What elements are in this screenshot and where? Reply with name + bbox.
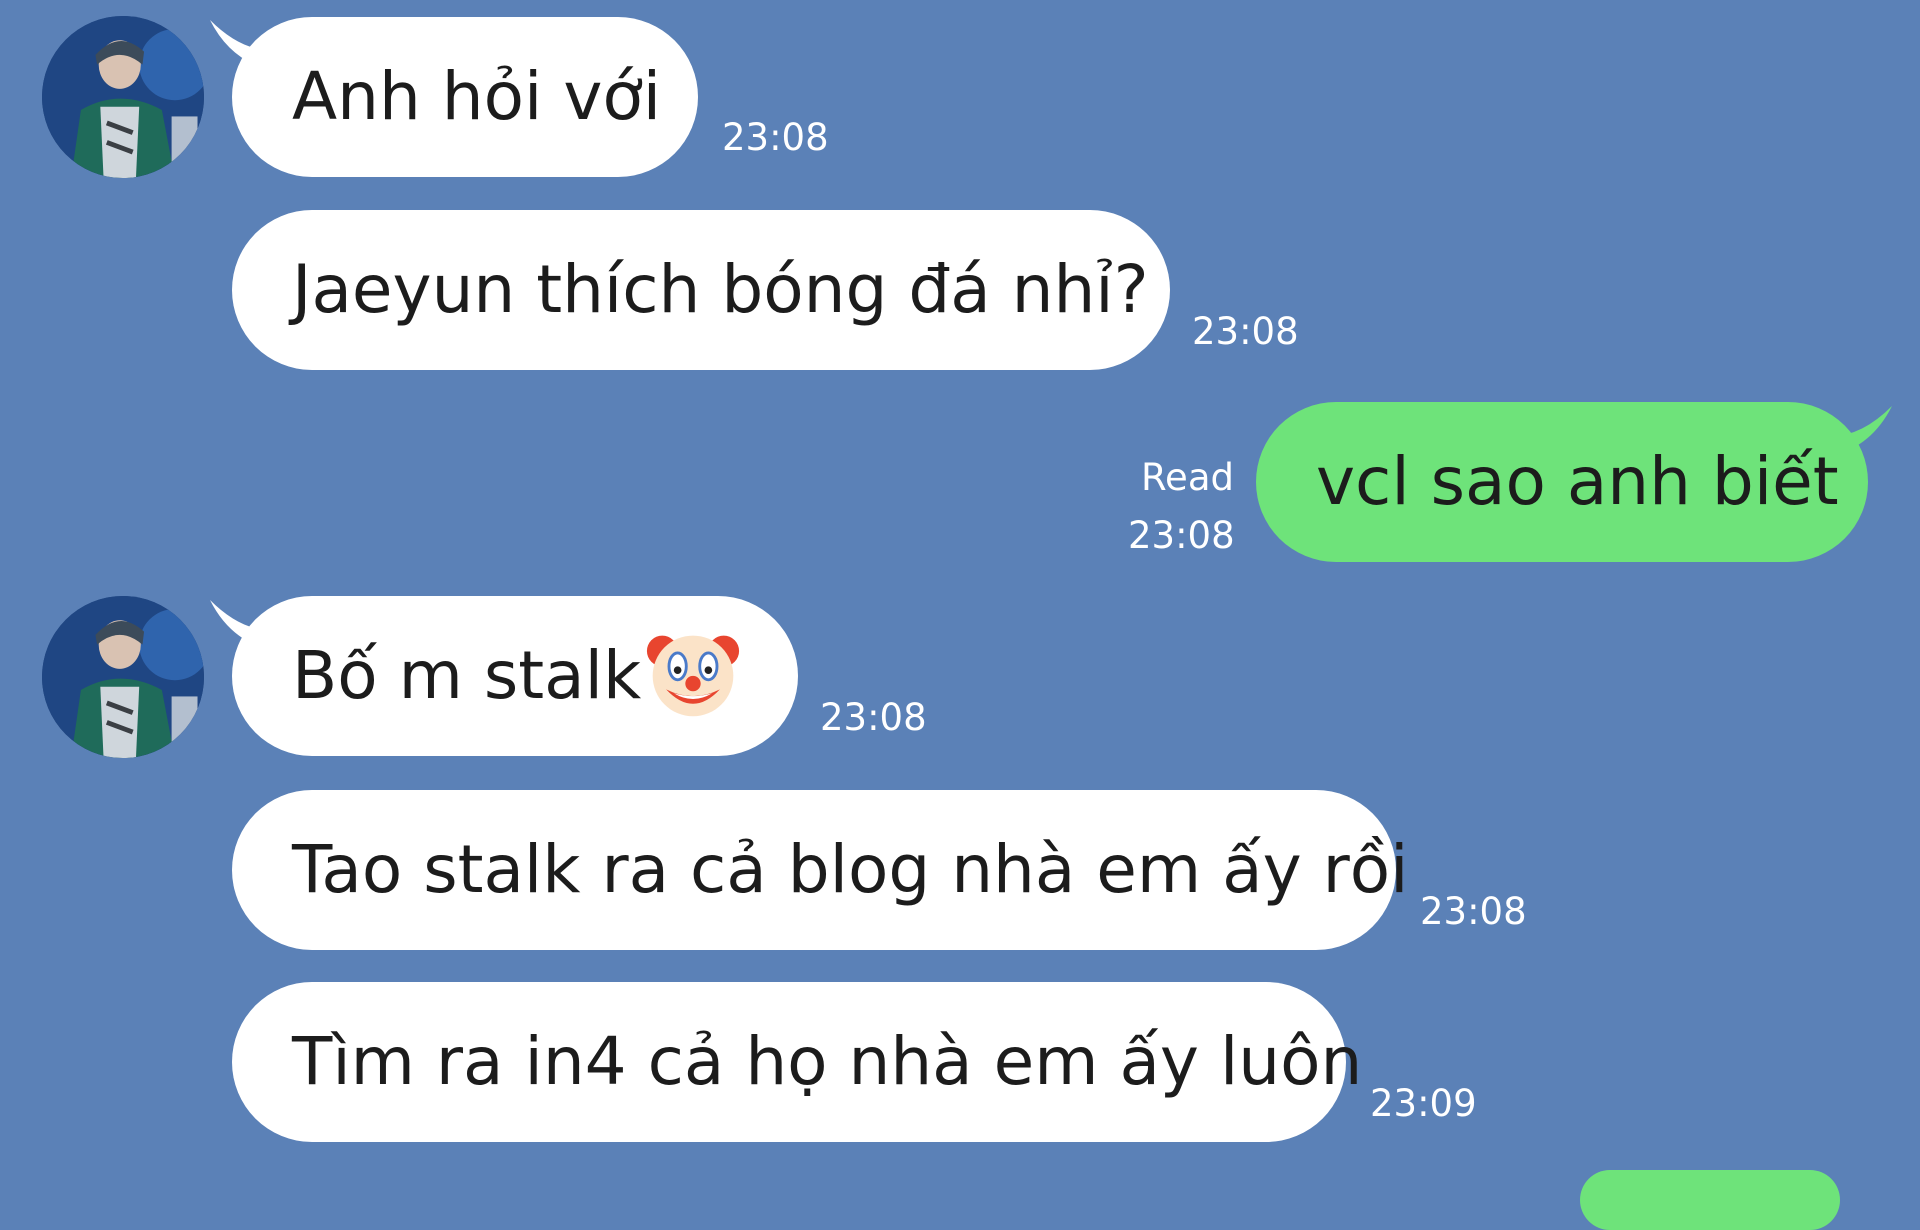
message-text: Jaeyun thích bóng đá nhỉ? xyxy=(292,251,1149,328)
avatar-image xyxy=(42,16,204,178)
message-bubble[interactable]: Jaeyun thích bóng đá nhỉ? xyxy=(232,210,1170,370)
read-status: Read xyxy=(1141,456,1234,499)
message-bubble[interactable]: Anh hỏi với xyxy=(232,17,698,177)
message-text: vcl sao anh biết xyxy=(1316,443,1839,520)
message-bubble-sent[interactable]: vcl sao anh biết xyxy=(1256,402,1868,562)
message-timestamp: 23:08 xyxy=(722,116,829,159)
message-timestamp: 23:08 xyxy=(1420,890,1527,933)
message-timestamp: 23:08 xyxy=(1192,310,1299,353)
message-text: Tìm ra in4 cả họ nhà em ấy luôn xyxy=(292,1023,1363,1100)
message-timestamp: 23:08 xyxy=(1128,514,1235,557)
message-text: Bố m stalk xyxy=(292,637,642,714)
contact-avatar[interactable] xyxy=(42,596,204,758)
message-text: Anh hỏi với xyxy=(292,58,662,135)
message-text: Tao stalk ra cả blog nhà em ấy rồi xyxy=(292,831,1409,908)
message-bubble[interactable]: Tìm ra in4 cả họ nhà em ấy luôn xyxy=(232,982,1362,1142)
contact-avatar[interactable] xyxy=(42,16,204,178)
chat-thread[interactable]: Anh hỏi với 23:08 Jaeyun thích bóng đá n… xyxy=(0,0,1920,1230)
message-timestamp: 23:08 xyxy=(820,696,927,739)
message-timestamp: 23:09 xyxy=(1370,1082,1477,1125)
message-bubble[interactable]: Tao stalk ra cả blog nhà em ấy rồi xyxy=(232,790,1409,950)
clown-face-icon xyxy=(645,626,741,722)
read-receipt: Read xyxy=(1120,458,1234,498)
avatar-image xyxy=(42,596,204,758)
message-bubble[interactable]: Bố m stalk xyxy=(232,596,798,756)
bubble-tail-sent xyxy=(1832,406,1892,456)
message-bubble-sent[interactable] xyxy=(1580,1170,1840,1230)
